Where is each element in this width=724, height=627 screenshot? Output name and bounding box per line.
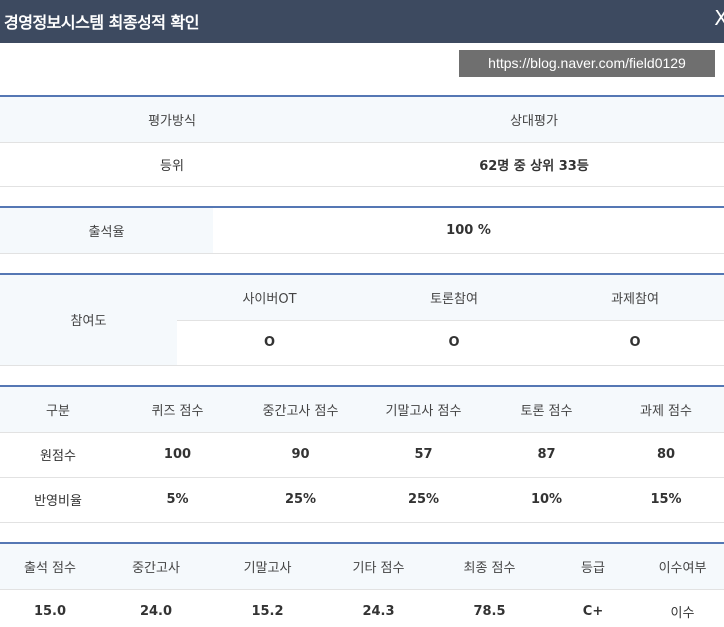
final-header-grade: 등급 (545, 542, 641, 590)
final-value-other: 24.3 (323, 589, 434, 627)
weight-discussion: 10% (485, 477, 608, 523)
final-header-final-exam: 기말고사 (212, 542, 323, 590)
scores-table: 구분 퀴즈 점수 중간고사 점수 기말고사 점수 토론 점수 과제 점수 원점수… (0, 385, 724, 523)
attendance-label: 출석율 (0, 206, 213, 254)
raw-score-assignment: 80 (608, 432, 724, 478)
final-header-other: 기타 점수 (323, 542, 434, 590)
weight-final: 25% (362, 477, 485, 523)
participation-value-assignment: O (546, 320, 724, 366)
scores-header-category: 구분 (0, 385, 116, 433)
participation-header-discussion: 토론참여 (362, 273, 546, 321)
raw-score-midterm: 90 (239, 432, 362, 478)
raw-score-quiz: 100 (116, 432, 239, 478)
final-header-total: 최종 점수 (434, 542, 545, 590)
participation-value-cyber-ot: O (177, 320, 362, 366)
final-value-completion: 이수 (641, 589, 724, 627)
blog-watermark: https://blog.naver.com/field0129 (459, 50, 715, 77)
raw-score-label: 원점수 (0, 432, 116, 478)
raw-score-final: 57 (362, 432, 485, 478)
final-header-midterm: 중간고사 (100, 542, 212, 590)
rank-value: 62명 중 상위 33등 (344, 142, 724, 187)
evaluation-method-value: 상대평가 (344, 95, 724, 143)
weight-label: 반영비율 (0, 477, 116, 523)
participation-value-discussion: O (362, 320, 546, 366)
scores-header-quiz: 퀴즈 점수 (116, 385, 239, 433)
final-header-completion: 이수여부 (641, 542, 724, 590)
final-result-table: 출석 점수 중간고사 기말고사 기타 점수 최종 점수 등급 이수여부 15.0… (0, 542, 724, 627)
evaluation-table: 평가방식 상대평가 등위 62명 중 상위 33등 (0, 95, 724, 187)
final-value-total: 78.5 (434, 589, 545, 627)
weight-midterm: 25% (239, 477, 362, 523)
rank-label: 등위 (0, 142, 344, 187)
scores-header-midterm: 중간고사 점수 (239, 385, 362, 433)
participation-header-cyber-ot: 사이버OT (177, 273, 362, 321)
attendance-table: 출석율 100 % (0, 206, 724, 254)
table-row: 원점수 100 90 57 87 80 (0, 432, 724, 478)
window-title: 경영정보시스템 최종성적 확인 (4, 13, 200, 32)
final-value-midterm: 24.0 (100, 589, 212, 627)
participation-header-assignment: 과제참여 (546, 273, 724, 321)
final-value-final-exam: 15.2 (212, 589, 323, 627)
participation-label: 참여도 (0, 273, 177, 366)
participation-table: 참여도 사이버OT 토론참여 과제참여 O O O (0, 273, 724, 366)
weight-assignment: 15% (608, 477, 724, 523)
final-header-attendance: 출석 점수 (0, 542, 100, 590)
weight-quiz: 5% (116, 477, 239, 523)
final-value-attendance: 15.0 (0, 589, 100, 627)
attendance-value: 100 % (213, 206, 724, 254)
close-icon[interactable]: X (714, 6, 724, 30)
evaluation-method-label: 평가방식 (0, 95, 344, 143)
table-row: 반영비율 5% 25% 25% 10% 15% (0, 477, 724, 523)
final-value-grade: C+ (545, 589, 641, 627)
raw-score-discussion: 87 (485, 432, 608, 478)
scores-header-final: 기말고사 점수 (362, 385, 485, 433)
table-row: 15.0 24.0 15.2 24.3 78.5 C+ 이수 (0, 589, 724, 627)
scores-header-discussion: 토론 점수 (485, 385, 608, 433)
scores-header-assignment: 과제 점수 (608, 385, 724, 433)
title-bar: 경영정보시스템 최종성적 확인 X (0, 0, 724, 43)
